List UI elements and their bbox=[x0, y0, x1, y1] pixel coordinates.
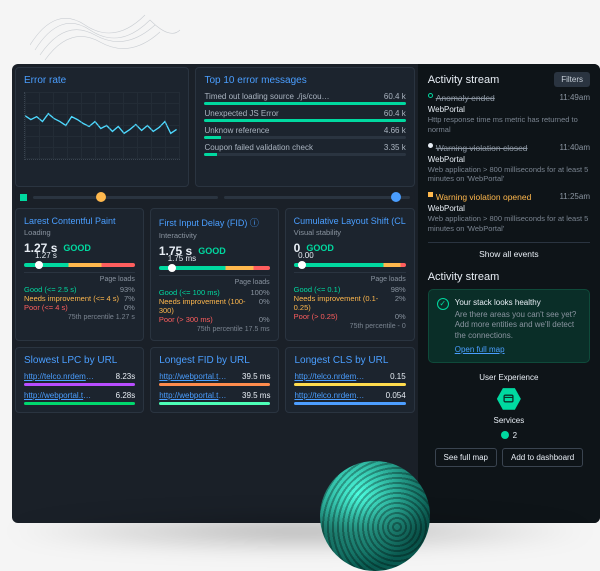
metric-card: Larest Contentful Paint Loading 1.27 sGO… bbox=[15, 208, 144, 341]
see-full-map-button[interactable]: See full map bbox=[435, 448, 497, 467]
metric-subtitle: Visual stability bbox=[294, 228, 406, 237]
error-row[interactable]: Timed out loading source ./js/cou…60.4 k bbox=[204, 92, 405, 101]
url-card: Longest FID by URL http://webportal.tel…3… bbox=[150, 347, 279, 413]
url-bar bbox=[294, 402, 405, 405]
url-card-title: Slowest LPC by URL bbox=[24, 355, 135, 366]
metric-title: First Input Delay (FID) ⓘ bbox=[159, 216, 270, 229]
metric-subtitle: Loading bbox=[24, 228, 135, 237]
open-full-map-link[interactable]: Open full map bbox=[455, 345, 505, 354]
main-panel: Error rate Top 10 error messages Timed o… bbox=[12, 64, 418, 523]
health-message: Are there areas you can't see yet? Add m… bbox=[455, 310, 581, 342]
filters-button[interactable]: Filters bbox=[554, 72, 590, 87]
url-row[interactable]: http://telco.nrdemo…0.15 bbox=[294, 372, 405, 381]
error-bar bbox=[204, 102, 405, 105]
metric-card: First Input Delay (FID) ⓘ Interactivity … bbox=[150, 208, 279, 341]
check-icon: ✓ bbox=[437, 298, 449, 310]
url-bar bbox=[24, 402, 135, 405]
metric-card: Cumulative Layout Shift (CL Visual stabi… bbox=[285, 208, 415, 341]
url-row[interactable]: http://webportal.tel…39.5 ms bbox=[159, 372, 270, 381]
metric-gauge: 1.27 s bbox=[24, 263, 135, 267]
url-bar bbox=[294, 383, 405, 386]
activity-event[interactable]: Anomaly ended11:49am WebPortalHttp respo… bbox=[428, 93, 590, 135]
metric-title: Cumulative Layout Shift (CL bbox=[294, 216, 406, 226]
error-row[interactable]: Coupon failed validation check3.35 k bbox=[204, 143, 405, 152]
ux-title: User Experience bbox=[428, 373, 590, 382]
error-rate-title: Error rate bbox=[24, 75, 180, 86]
url-bar bbox=[159, 402, 270, 405]
activity-event[interactable]: Warning violation opened11:25am WebPorta… bbox=[428, 192, 590, 234]
services-label: Services bbox=[428, 416, 590, 425]
add-to-dashboard-button[interactable]: Add to dashboard bbox=[502, 448, 583, 467]
top-errors-title: Top 10 error messages bbox=[204, 75, 405, 86]
sidebar: Activity stream Filters Anomaly ended11:… bbox=[418, 64, 600, 523]
activity-title: Activity stream bbox=[428, 74, 500, 86]
show-all-events[interactable]: Show all events bbox=[428, 242, 590, 265]
url-row[interactable]: http://telco.nrdemo…0.054 bbox=[294, 391, 405, 400]
error-bar bbox=[204, 153, 405, 156]
url-row[interactable]: http://webportal.tel…39.5 ms bbox=[159, 391, 270, 400]
metric-title: Larest Contentful Paint bbox=[24, 216, 135, 226]
health-title: Your stack looks healthy bbox=[455, 298, 581, 307]
error-bar bbox=[204, 136, 405, 139]
activity-event[interactable]: Warning violation closed11:40am WebPorta… bbox=[428, 143, 590, 185]
url-card-title: Longest FID by URL bbox=[159, 355, 270, 366]
url-bar bbox=[159, 383, 270, 386]
top-errors-card: Top 10 error messages Timed out loading … bbox=[195, 67, 414, 187]
user-experience: User Experience Services 2 bbox=[428, 373, 590, 440]
error-row[interactable]: Unexpected JS Error60.4 k bbox=[204, 109, 405, 118]
ux-hex-icon[interactable] bbox=[497, 387, 521, 411]
range-sliders[interactable] bbox=[12, 190, 418, 205]
error-row[interactable]: Unknow reference4.66 k bbox=[204, 126, 405, 135]
url-row[interactable]: http://webportal.tel…6.28s bbox=[24, 391, 135, 400]
error-rate-card: Error rate bbox=[15, 67, 189, 187]
url-bar bbox=[24, 383, 135, 386]
dashboard: Error rate Top 10 error messages Timed o… bbox=[12, 64, 600, 523]
url-card-title: Longest CLS by URL bbox=[294, 355, 405, 366]
metric-gauge: 1.75 ms bbox=[159, 266, 270, 270]
url-card: Longest CLS by URL http://telco.nrdemo…0.… bbox=[285, 347, 414, 413]
activity-title-2: Activity stream bbox=[428, 271, 590, 283]
error-rate-chart[interactable] bbox=[24, 92, 180, 160]
services-count: 2 bbox=[513, 431, 517, 440]
error-bar bbox=[204, 119, 405, 122]
metric-gauge: 0.00 bbox=[294, 263, 406, 267]
health-card: ✓ Your stack looks healthy Are there are… bbox=[428, 289, 590, 363]
shadow bbox=[0, 511, 600, 551]
url-row[interactable]: http://telco.nrdemo…8.23s bbox=[24, 372, 135, 381]
metric-subtitle: Interactivity bbox=[159, 231, 270, 240]
url-card: Slowest LPC by URL http://telco.nrdemo…8.… bbox=[15, 347, 144, 413]
